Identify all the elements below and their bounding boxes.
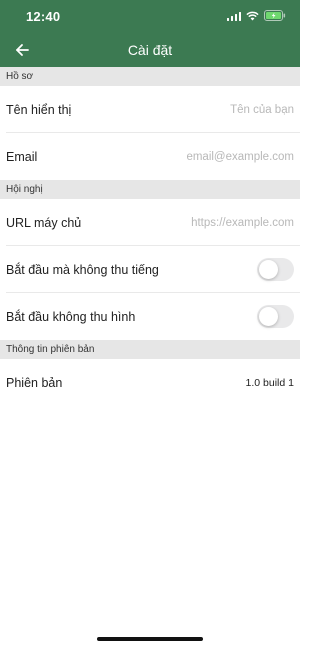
version-label: Phiên bản xyxy=(6,375,63,390)
wifi-icon xyxy=(246,11,259,21)
display-name-input[interactable] xyxy=(134,103,294,116)
server-url-input[interactable] xyxy=(134,216,294,229)
start-no-video-toggle[interactable] xyxy=(257,305,294,328)
start-muted-toggle[interactable] xyxy=(257,258,294,281)
page-title: Cài đặt xyxy=(127,42,173,58)
app-bar: Cài đặt xyxy=(0,33,300,67)
battery-charging-icon xyxy=(264,10,286,21)
section-header-profile: Hồ sơ xyxy=(0,67,300,86)
version-value: 1.0 build 1 xyxy=(245,376,294,389)
status-time: 12:40 xyxy=(26,9,61,24)
email-input[interactable] xyxy=(134,150,294,163)
home-indicator[interactable] xyxy=(97,637,203,641)
email-label: Email xyxy=(6,149,38,164)
display-name-row: Tên hiển thị xyxy=(0,86,300,133)
section-header-version: Thông tin phiên bản xyxy=(0,340,300,359)
start-no-video-row: Bắt đầu không thu hình xyxy=(0,293,300,340)
server-url-row: URL máy chủ xyxy=(0,199,300,246)
status-icons xyxy=(226,10,287,21)
start-muted-row: Bắt đầu mà không thu tiếng xyxy=(0,246,300,293)
toggle-knob xyxy=(259,260,278,279)
toggle-knob xyxy=(259,307,278,326)
version-row: Phiên bản 1.0 build 1 xyxy=(0,359,300,406)
email-row: Email xyxy=(0,133,300,180)
start-no-video-label: Bắt đầu không thu hình xyxy=(6,309,136,324)
settings-list: Hồ sơ Tên hiển thị Email Hội nghị URL má… xyxy=(0,67,300,406)
status-bar: 12:40 xyxy=(0,0,300,33)
display-name-label: Tên hiển thị xyxy=(6,102,72,117)
section-header-conference: Hội nghị xyxy=(0,180,300,199)
start-muted-label: Bắt đầu mà không thu tiếng xyxy=(6,262,159,277)
cellular-signal-icon xyxy=(226,11,241,21)
server-url-label: URL máy chủ xyxy=(6,215,82,230)
